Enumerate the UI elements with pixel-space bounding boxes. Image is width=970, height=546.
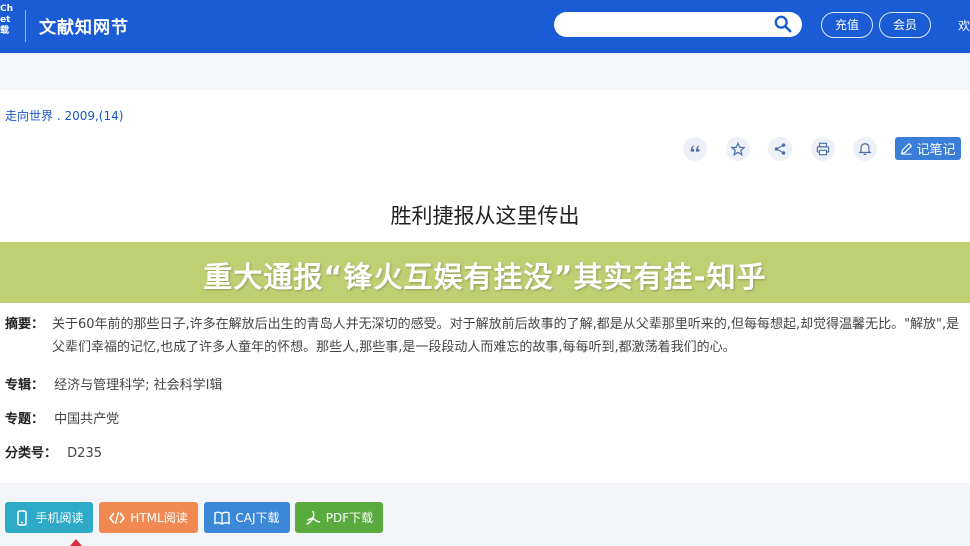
- article-title: 胜利捷报从这里传出: [390, 204, 580, 228]
- site-logo[interactable]: Ch et 载: [0, 4, 16, 48]
- series-label: 专辑：: [5, 378, 45, 393]
- code-icon: [109, 511, 126, 524]
- print-button[interactable]: [811, 137, 835, 161]
- topic-row: 专题： 中国共产党: [5, 408, 119, 427]
- logo-text-2: et: [0, 15, 11, 25]
- cite-button[interactable]: [683, 137, 707, 161]
- pdf-download-button[interactable]: PDF下载: [295, 502, 383, 533]
- top-header: Ch et 载 文献知网节 充值 会员 欢: [0, 0, 970, 53]
- article-source-link[interactable]: 走向世界 . 2009,(14): [5, 107, 123, 124]
- classification-label: 分类号：: [5, 446, 58, 461]
- mobile-read-label: 手机阅读: [35, 511, 84, 525]
- star-icon: [731, 142, 745, 156]
- caj-download-button[interactable]: CAJ下载: [204, 502, 290, 533]
- abstract-label: 摘要：: [5, 317, 45, 332]
- abstract-text: 关于60年前的那些日子,许多在解放后出生的青岛人并无深切的感受。对于解放前后故事…: [52, 317, 960, 355]
- bell-icon: [858, 143, 872, 156]
- html-read-label: HTML阅读: [130, 511, 188, 525]
- search-box[interactable]: [554, 12, 802, 37]
- favorite-button[interactable]: [726, 137, 750, 161]
- member-button[interactable]: 会员: [879, 12, 931, 38]
- html-read-button[interactable]: HTML阅读: [99, 502, 198, 533]
- pencil-icon: [901, 142, 913, 155]
- recharge-button[interactable]: 充值: [821, 12, 873, 38]
- phone-icon: [17, 509, 28, 526]
- topic-value[interactable]: 中国共产党: [54, 412, 119, 427]
- sub-navigation-bar: [0, 53, 970, 90]
- search-input[interactable]: [566, 12, 770, 37]
- share-button[interactable]: [768, 137, 792, 161]
- quote-icon: [690, 145, 700, 152]
- mobile-read-button[interactable]: 手机阅读: [5, 502, 93, 533]
- series-row: 专辑： 经济与管理科学; 社会科学Ⅰ辑: [5, 374, 223, 393]
- book-icon: [214, 511, 231, 525]
- pointer-arrow-icon: [70, 539, 82, 546]
- site-title[interactable]: 文献知网节: [39, 13, 129, 38]
- logo-text-3: 载: [0, 26, 10, 36]
- topic-label: 专题：: [5, 412, 45, 427]
- classification-row: 分类号： D235: [5, 442, 102, 461]
- banner-headline: 重大通报“锋火互娱有挂没”其实有挂-知乎: [203, 260, 767, 294]
- print-icon: [816, 142, 830, 156]
- pdf-icon: [306, 510, 321, 525]
- classification-value: D235: [67, 446, 102, 461]
- welcome-text: 欢: [958, 19, 970, 33]
- logo-divider: [25, 10, 26, 42]
- logo-text-1: Ch: [0, 4, 14, 14]
- abstract-section: 摘要： 关于60年前的那些日子,许多在解放后出生的青岛人并无深切的感受。对于解放…: [5, 313, 965, 359]
- pdf-download-label: PDF下载: [325, 511, 374, 525]
- series-value[interactable]: 经济与管理科学; 社会科学Ⅰ辑: [54, 378, 222, 393]
- take-note-label: 记笔记: [916, 143, 956, 158]
- search-icon[interactable]: [774, 15, 792, 33]
- take-note-button[interactable]: 记笔记: [895, 137, 961, 160]
- overlay-banner: 重大通报“锋火互娱有挂没”其实有挂-知乎: [0, 242, 970, 303]
- caj-download-label: CAJ下载: [235, 511, 280, 525]
- share-icon: [774, 143, 786, 155]
- alert-button[interactable]: [853, 137, 877, 161]
